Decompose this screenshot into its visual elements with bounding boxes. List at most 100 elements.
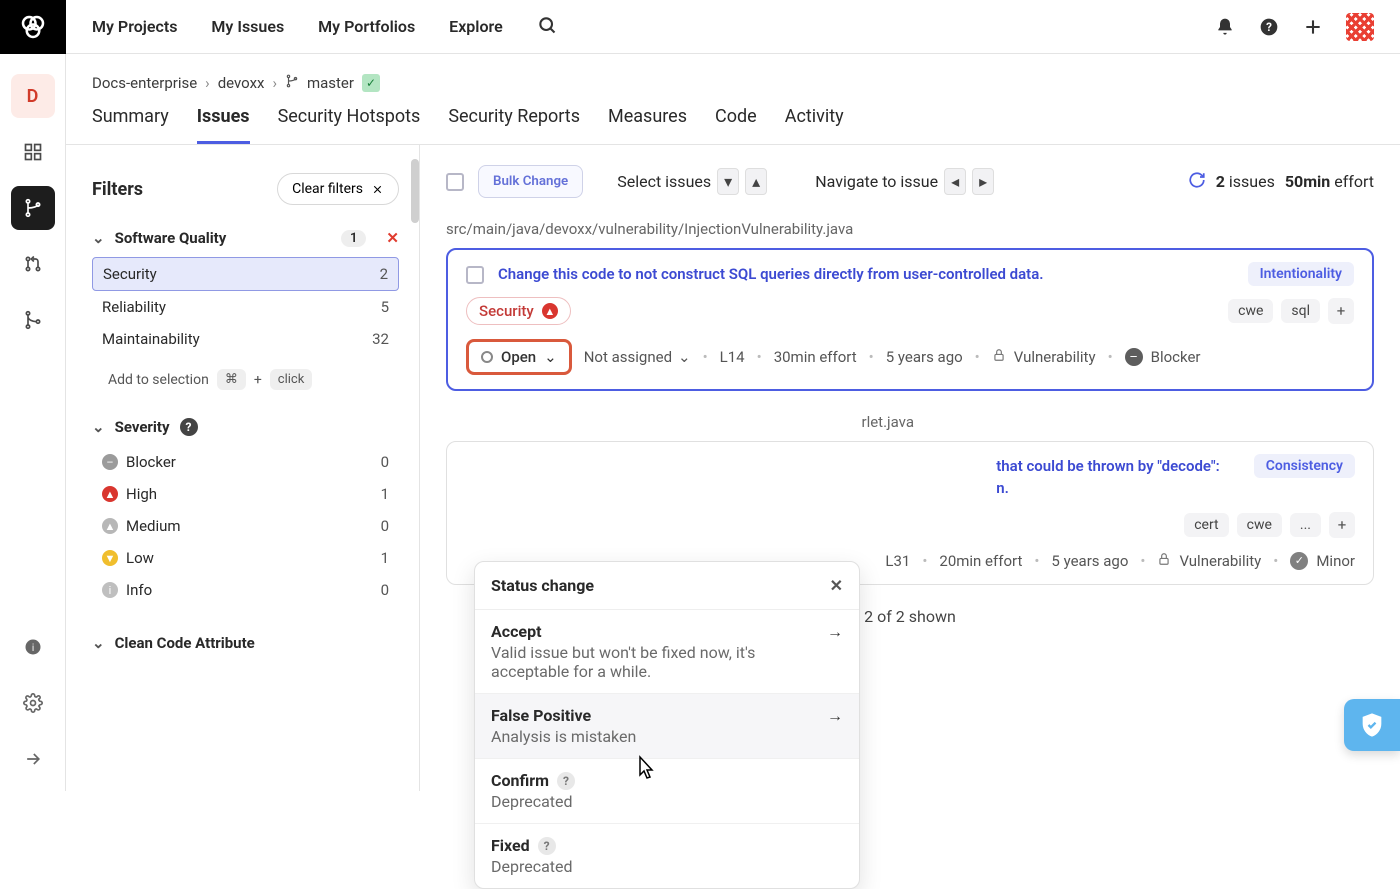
facet-title-severity[interactable]: ⌄ Severity ?	[92, 418, 399, 436]
issue-age: 5 years ago	[1051, 552, 1128, 570]
add-tag-button[interactable]: +	[1328, 298, 1354, 324]
facet-label: Software Quality	[115, 229, 227, 247]
facet-sev-low[interactable]: ▼Low 1	[92, 542, 399, 574]
help-icon[interactable]: ?	[1258, 16, 1280, 38]
scrollbar-thumb[interactable]	[411, 159, 419, 223]
facet-sev-high[interactable]: ▲High 1	[92, 478, 399, 510]
nav-my-issues[interactable]: My Issues	[211, 17, 284, 36]
status-option-false-positive[interactable]: False Positive Analysis is mistaken →	[475, 694, 859, 759]
facet-item-count: 0	[381, 517, 389, 535]
add-tag-button[interactable]: +	[1329, 512, 1355, 538]
nav-next-button[interactable]: ▸	[972, 168, 994, 195]
tag-more[interactable]: ...	[1290, 513, 1321, 537]
facet-label: Severity	[115, 418, 170, 436]
bulk-change-button[interactable]: Bulk Change	[478, 165, 583, 198]
facet-sev-blocker[interactable]: –Blocker 0	[92, 446, 399, 478]
rail-branch-icon[interactable]	[11, 186, 55, 230]
issue-line: L14	[720, 348, 745, 366]
issue-checkbox[interactable]	[466, 266, 484, 284]
tab-security-reports[interactable]: Security Reports	[448, 106, 580, 144]
facet-item-count: 5	[381, 298, 389, 316]
chevron-down-icon: ⌄	[92, 634, 105, 652]
popover-title: Status change	[491, 576, 594, 595]
rail-expand-icon[interactable]	[11, 737, 55, 781]
navigate-issue-label: Navigate to issue	[815, 172, 938, 191]
facet-item-count: 0	[381, 581, 389, 599]
facet-sev-medium[interactable]: ▲Medium 0	[92, 510, 399, 542]
select-up-button[interactable]: ▴	[745, 168, 767, 195]
rail-settings-icon[interactable]	[11, 681, 55, 725]
issue-title[interactable]: Change this code to not construct SQL qu…	[498, 264, 1044, 285]
tab-measures[interactable]: Measures	[608, 106, 687, 144]
workspace: Filters Clear filters ⌄ Software Quality…	[66, 145, 1400, 791]
option-title: Accept	[491, 622, 817, 641]
tab-code[interactable]: Code	[715, 106, 757, 144]
tag-cwe[interactable]: cwe	[1237, 513, 1282, 537]
help-icon[interactable]: ?	[538, 837, 556, 855]
status-option-accept[interactable]: Accept Valid issue but won't be fixed no…	[475, 610, 859, 694]
bell-icon[interactable]	[1214, 16, 1236, 38]
close-icon[interactable]: ✕	[830, 576, 843, 595]
help-icon[interactable]: ?	[180, 418, 198, 436]
facet-title-clean-code[interactable]: ⌄ Clean Code Attribute	[92, 634, 399, 652]
select-down-button[interactable]: ▾	[717, 168, 739, 195]
rail-apps-icon[interactable]	[11, 130, 55, 174]
issue-age: 5 years ago	[886, 348, 963, 366]
facet-clean-code: ⌄ Clean Code Attribute	[92, 634, 399, 652]
avatar[interactable]	[1346, 13, 1374, 41]
plus-icon[interactable]	[1302, 16, 1324, 38]
issue-title-partial[interactable]: that could be thrown by "decode":	[996, 456, 1220, 478]
tag-cert[interactable]: cert	[1184, 513, 1228, 537]
issue-card[interactable]: Change this code to not construct SQL qu…	[446, 248, 1374, 391]
help-icon[interactable]: ?	[557, 772, 575, 790]
search-icon[interactable]	[537, 15, 557, 39]
nav-explore[interactable]: Explore	[449, 17, 503, 36]
option-title: False Positive	[491, 706, 817, 725]
rail-pull-icon[interactable]	[11, 242, 55, 286]
facet-sev-info[interactable]: iInfo 0	[92, 574, 399, 606]
issues-word: issues	[1229, 172, 1275, 191]
tab-issues[interactable]: Issues	[197, 106, 250, 144]
shield-fab[interactable]	[1344, 699, 1400, 751]
lock-icon	[992, 348, 1006, 366]
tab-security-hotspots[interactable]: Security Hotspots	[278, 106, 421, 144]
issue-type: Vulnerability	[992, 348, 1096, 366]
facet-item-label: Blocker	[126, 453, 176, 471]
tab-activity[interactable]: Activity	[785, 106, 844, 144]
select-all-checkbox[interactable]	[446, 173, 464, 191]
attribute-pill: Intentionality	[1248, 262, 1354, 286]
status-dropdown[interactable]: Open ⌄	[466, 339, 572, 375]
crumb-branch[interactable]: master	[307, 74, 354, 92]
facet-maintainability[interactable]: Maintainability 32	[92, 323, 399, 355]
svg-text:i: i	[31, 643, 33, 654]
facet-security[interactable]: Security 2	[92, 257, 399, 291]
status-option-confirm[interactable]: Confirm ? Deprecated	[475, 759, 859, 824]
nav-my-portfolios[interactable]: My Portfolios	[318, 17, 415, 36]
app-logo[interactable]	[0, 0, 66, 54]
nav-my-projects[interactable]: My Projects	[92, 17, 177, 36]
top-nav: My Projects My Issues My Portfolios Expl…	[66, 0, 1400, 54]
org-tile[interactable]: D	[11, 74, 55, 118]
issue-title-partial-2: n.	[996, 478, 1220, 500]
crumb-org[interactable]: Docs-enterprise	[92, 74, 197, 92]
facet-item-count: 0	[381, 453, 389, 471]
crumb-project[interactable]: devoxx	[218, 74, 265, 92]
tab-summary[interactable]: Summary	[92, 106, 169, 144]
option-title: Fixed	[491, 836, 530, 855]
facet-reliability[interactable]: Reliability 5	[92, 291, 399, 323]
select-issues-label: Select issues	[617, 172, 711, 191]
nav-prev-button[interactable]: ◂	[944, 168, 966, 195]
facet-title-software-quality[interactable]: ⌄ Software Quality 1 ✕	[92, 229, 399, 247]
tag-sql[interactable]: sql	[1281, 299, 1320, 323]
assignee-dropdown[interactable]: Not assigned ⌄	[584, 348, 691, 366]
rail-merge-icon[interactable]	[11, 298, 55, 342]
chip-label: Security	[479, 302, 534, 320]
clear-filters-button[interactable]: Clear filters	[277, 173, 399, 205]
refresh-icon[interactable]	[1188, 171, 1206, 193]
rail-info-icon[interactable]: i	[11, 625, 55, 669]
status-option-fixed[interactable]: Fixed ? Deprecated	[475, 824, 859, 888]
facet-item-count: 32	[372, 330, 389, 348]
svg-text:?: ?	[1266, 20, 1272, 34]
tag-cwe[interactable]: cwe	[1228, 299, 1273, 323]
facet-clear-icon[interactable]: ✕	[386, 229, 399, 247]
